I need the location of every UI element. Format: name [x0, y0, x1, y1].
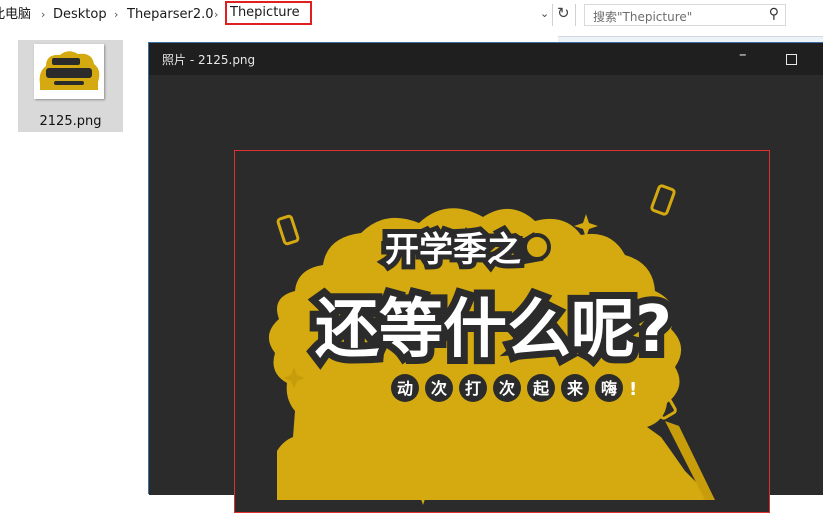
- breadcrumb-current-folder[interactable]: Thepicture: [225, 1, 312, 25]
- file-thumbnail: [34, 44, 104, 99]
- subline-char: 起: [532, 379, 550, 398]
- viewer-titlebar: 照片 - 2125.png –: [149, 43, 823, 75]
- subline-char: 动: [397, 379, 413, 398]
- subline-char: 嗨: [601, 379, 617, 398]
- viewer-title: 照片 - 2125.png: [162, 53, 256, 67]
- photos-viewer-window: 照片 - 2125.png – 开学季之 开学季之 还等什么呢? 还等什么呢? …: [148, 42, 823, 513]
- thumbnail-image-icon: [34, 44, 104, 99]
- file-item[interactable]: 2125.png: [18, 40, 123, 132]
- poster-headline-big: 还等什么呢?: [315, 293, 672, 367]
- subline-char: 次: [499, 379, 515, 398]
- poster-image: 开学季之 开学季之 还等什么呢? 还等什么呢? 动次打次起来嗨!: [235, 151, 769, 512]
- maximize-icon[interactable]: [786, 54, 797, 65]
- image-canvas: 开学季之 开学季之 还等什么呢? 还等什么呢? 动次打次起来嗨!: [149, 75, 823, 513]
- address-bar: 此电脑 › Desktop › Theparser2.0 › Thepictur…: [0, 0, 823, 30]
- subline-char: 次: [431, 379, 447, 398]
- subline-exclamation: !: [629, 379, 637, 400]
- poster-headline-small: 开学季之: [385, 230, 521, 270]
- address-dropdown-icon[interactable]: ⌄: [540, 7, 549, 20]
- chevron-right-icon[interactable]: ›: [41, 6, 45, 24]
- search-placeholder: 搜索"Thepicture": [593, 10, 693, 24]
- breadcrumb-theparser[interactable]: Theparser2.0: [127, 6, 214, 24]
- subline-char: 来: [566, 379, 584, 398]
- subline-char: 打: [465, 379, 481, 398]
- search-input[interactable]: 搜索"Thepicture" ⚲: [584, 4, 786, 26]
- chevron-right-icon[interactable]: ›: [214, 6, 218, 24]
- breadcrumb-desktop[interactable]: Desktop: [53, 6, 107, 24]
- divider: [552, 4, 553, 26]
- search-icon[interactable]: ⚲: [769, 6, 779, 22]
- file-name: 2125.png: [39, 114, 102, 129]
- chevron-right-icon[interactable]: ›: [114, 6, 118, 24]
- minimize-icon[interactable]: –: [739, 45, 747, 63]
- refresh-icon[interactable]: ↻: [557, 4, 570, 22]
- breadcrumb-this-pc[interactable]: 此电脑: [0, 6, 31, 24]
- divider: [575, 4, 576, 26]
